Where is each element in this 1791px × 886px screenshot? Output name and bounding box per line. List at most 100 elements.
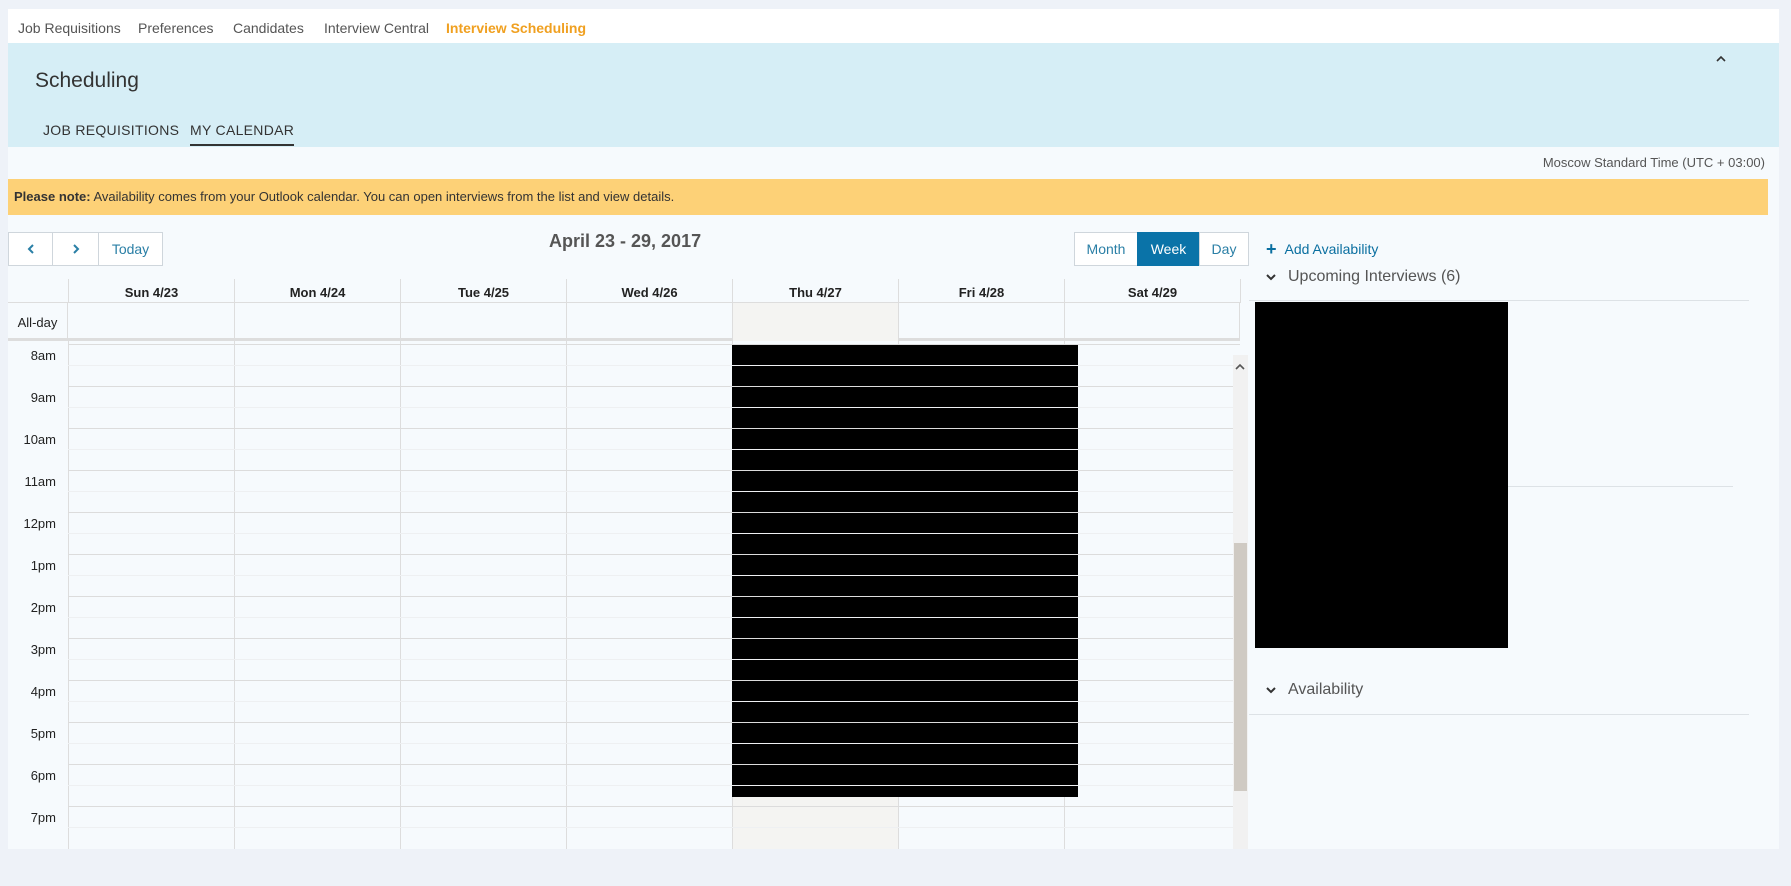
upcoming-interviews-label: Upcoming Interviews (6) — [1288, 268, 1461, 285]
hour-line — [68, 470, 1240, 471]
availability-toggle[interactable]: Availability — [1264, 681, 1363, 699]
grid-line — [234, 341, 235, 849]
time-label: 11am — [24, 474, 56, 489]
availability-label: Availability — [1288, 681, 1364, 698]
view-month-button[interactable]: Month — [1074, 232, 1138, 266]
notice-bold: Please note: — [14, 189, 91, 204]
add-availability-button[interactable]: + Add Availability — [1266, 239, 1379, 259]
day-header-sat[interactable]: Sat 4/29 — [1065, 279, 1241, 303]
time-label: 10am — [23, 432, 56, 447]
nav-job-requisitions[interactable]: Job Requisitions — [18, 20, 121, 36]
scroll-up-icon[interactable] — [1235, 363, 1245, 374]
hour-line — [68, 512, 1240, 513]
hour-line — [68, 638, 1240, 639]
allday-cell[interactable] — [235, 303, 401, 341]
collapse-header-button[interactable] — [1715, 51, 1727, 67]
nav-preferences[interactable]: Preferences — [138, 20, 213, 36]
allday-cell-today[interactable] — [733, 303, 899, 341]
divider — [1508, 486, 1733, 487]
page-title: Scheduling — [35, 69, 139, 92]
plus-icon: + — [1266, 239, 1277, 259]
time-label: 1pm — [30, 558, 56, 573]
time-label: 3pm — [30, 642, 56, 657]
time-label: 2pm — [30, 600, 56, 615]
time-label: 7pm — [30, 810, 56, 825]
hour-line — [68, 596, 1240, 597]
week-calendar-grid: Sun 4/23 Mon 4/24 Tue 4/25 Wed 4/26 Thu … — [8, 279, 1249, 849]
grid-line — [400, 341, 401, 849]
scrollbar-thumb[interactable] — [1234, 543, 1247, 791]
notice-text: Availability comes from your Outlook cal… — [90, 189, 675, 204]
hour-line — [68, 680, 1240, 681]
day-header-tue[interactable]: Tue 4/25 — [401, 279, 567, 303]
half-hour-line — [68, 449, 1240, 450]
time-label: 5pm — [30, 726, 56, 741]
day-header-sun[interactable]: Sun 4/23 — [69, 279, 235, 303]
half-hour-line — [68, 533, 1240, 534]
allday-cell[interactable] — [401, 303, 567, 341]
add-availability-label: Add Availability — [1284, 241, 1379, 257]
availability-notice: Please note: Availability comes from you… — [8, 179, 1768, 215]
prev-week-button[interactable] — [8, 232, 53, 266]
next-week-button[interactable] — [52, 232, 99, 266]
hour-line — [68, 386, 1240, 387]
upcoming-interviews-toggle[interactable]: Upcoming Interviews (6) — [1264, 268, 1461, 286]
calendar-scrollbar[interactable] — [1233, 355, 1248, 849]
hour-line — [68, 806, 1240, 807]
time-label: 8am — [30, 348, 56, 363]
time-label: 4pm — [30, 684, 56, 699]
redacted-event-block — [732, 345, 1078, 797]
allday-cell[interactable] — [69, 303, 235, 341]
time-label: 12pm — [23, 516, 56, 531]
day-header-mon[interactable]: Mon 4/24 — [235, 279, 401, 303]
half-hour-line — [68, 617, 1240, 618]
grid-line — [68, 341, 69, 849]
today-button[interactable]: Today — [98, 232, 163, 266]
time-label: 9am — [30, 390, 56, 405]
half-hour-line — [68, 407, 1240, 408]
allday-cell[interactable] — [1065, 303, 1240, 341]
chevron-down-icon — [1266, 274, 1276, 281]
half-hour-line — [68, 365, 1240, 366]
time-label: 6pm — [30, 768, 56, 783]
nav-candidates[interactable]: Candidates — [233, 20, 304, 36]
chevron-right-icon — [72, 244, 79, 254]
chevron-left-icon — [27, 244, 34, 254]
chevron-up-icon — [1716, 55, 1726, 62]
right-panel: + Add Availability Upcoming Interviews (… — [1249, 231, 1780, 849]
allday-cell[interactable] — [899, 303, 1065, 341]
redacted-interviews-list — [1255, 302, 1508, 648]
timezone-label: Moscow Standard Time (UTC + 03:00) — [1542, 155, 1765, 170]
tab-my-calendar[interactable]: MY CALENDAR — [190, 122, 295, 146]
view-day-button[interactable]: Day — [1199, 232, 1249, 266]
page-header: Scheduling JOB REQUISITIONS MY CALENDAR — [8, 43, 1779, 147]
allday-row: All-day — [8, 303, 1240, 341]
hour-line — [68, 554, 1240, 555]
nav-interview-central[interactable]: Interview Central — [324, 20, 429, 36]
half-hour-line — [68, 827, 1240, 828]
date-range-title: April 23 - 29, 2017 — [549, 231, 702, 251]
half-hour-line — [68, 701, 1240, 702]
divider — [1249, 714, 1749, 715]
hour-line — [68, 722, 1240, 723]
view-week-button[interactable]: Week — [1137, 232, 1200, 266]
hour-line — [68, 344, 1240, 345]
chevron-down-icon — [1266, 687, 1276, 694]
half-hour-line — [68, 743, 1240, 744]
half-hour-line — [68, 659, 1240, 660]
nav-interview-scheduling[interactable]: Interview Scheduling — [446, 20, 586, 36]
half-hour-line — [68, 491, 1240, 492]
day-header-fri[interactable]: Fri 4/28 — [899, 279, 1065, 303]
top-navigation: Job Requisitions Preferences Candidates … — [8, 9, 1779, 43]
tab-job-requisitions[interactable]: JOB REQUISITIONS — [43, 122, 179, 144]
half-hour-line — [68, 785, 1240, 786]
day-header-thu[interactable]: Thu 4/27 — [733, 279, 899, 303]
grid-line — [566, 341, 567, 849]
day-header-wed[interactable]: Wed 4/26 — [567, 279, 733, 303]
allday-label: All-day — [8, 303, 68, 341]
hour-line — [68, 428, 1240, 429]
hour-line — [68, 764, 1240, 765]
divider — [1249, 300, 1749, 301]
allday-cell[interactable] — [567, 303, 733, 341]
time-column-header — [8, 279, 69, 303]
